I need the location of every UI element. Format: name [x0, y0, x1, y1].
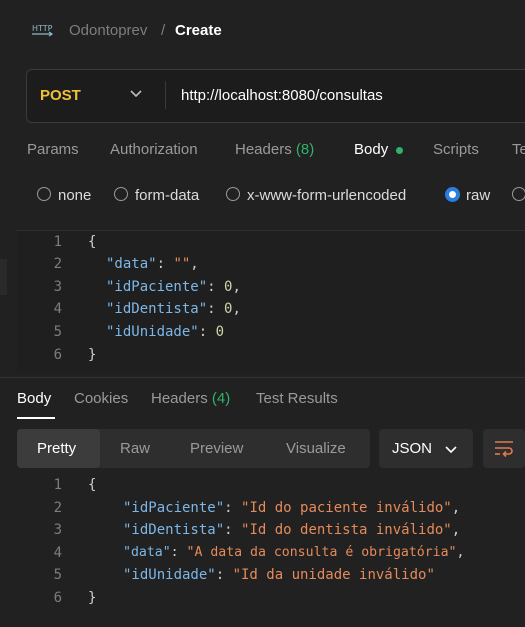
tab-scripts[interactable]: Scripts: [433, 141, 479, 158]
method-select[interactable]: POST: [40, 87, 81, 104]
json-value: "A data da consulta é obrigatória": [186, 545, 457, 560]
line-number: 3: [53, 279, 62, 295]
radio-urlencoded[interactable]: [226, 187, 240, 201]
json-line: "data": "",: [106, 256, 199, 272]
json-line: "idUnidade": 0: [106, 324, 225, 340]
view-pretty-label[interactable]: Pretty: [37, 440, 76, 457]
radio-form-data[interactable]: [114, 187, 128, 201]
line-number: 1: [53, 234, 62, 250]
body-modified-dot: [396, 147, 403, 154]
line-number: 6: [53, 347, 62, 363]
json-key: "idPaciente": [123, 500, 225, 516]
json-line: "idPaciente": 0,: [106, 279, 241, 295]
json-line: "data": "A data da consulta é obrigatóri…: [123, 545, 465, 560]
json-value: 0: [215, 324, 225, 340]
response-tab-cookies[interactable]: Cookies: [74, 390, 128, 407]
json-line: "idDentista": 0,: [106, 301, 241, 317]
tab-params[interactable]: Params: [27, 141, 79, 158]
radio-none[interactable]: [37, 187, 51, 201]
line-number: 6: [53, 590, 62, 606]
json-key: "data": [123, 545, 171, 560]
radio-raw-label[interactable]: raw: [466, 187, 490, 204]
line-number: 2: [53, 256, 62, 272]
response-tab-headers-label: Headers: [151, 390, 208, 407]
line-number: 4: [53, 301, 62, 317]
format-select-label[interactable]: JSON: [392, 440, 432, 457]
json-value: "Id do dentista inválido": [241, 522, 452, 538]
json-line: "idPaciente": "Id do paciente inválido",: [123, 500, 461, 516]
json-value: "Id da unidade inválido": [232, 567, 435, 583]
json-key: "idDentista": [106, 301, 208, 317]
view-raw-button[interactable]: Raw: [120, 440, 150, 457]
tab-tests[interactable]: Te: [512, 141, 525, 158]
pane-divider[interactable]: [0, 377, 525, 378]
line-number: 5: [53, 567, 62, 583]
chevron-down-icon[interactable]: [129, 86, 143, 100]
line-number: 5: [53, 324, 62, 340]
json-brace-open: {: [88, 234, 97, 250]
response-tab-body[interactable]: Body: [17, 390, 51, 407]
panel-resize-handle[interactable]: [0, 259, 7, 295]
wrap-lines-icon[interactable]: [493, 438, 515, 458]
json-key: "idPaciente": [106, 279, 208, 295]
json-value: "": [173, 256, 191, 272]
tab-authorization[interactable]: Authorization: [110, 141, 198, 158]
tab-body[interactable]: Body: [354, 141, 388, 158]
json-key: "idUnidade": [123, 567, 216, 583]
response-headers-count: (4): [211, 390, 231, 407]
line-number: 4: [53, 545, 62, 561]
url-input[interactable]: http://localhost:8080/consultas: [181, 87, 383, 104]
radio-urlencoded-label[interactable]: x-www-form-urlencoded: [247, 187, 406, 204]
line-number: 1: [53, 477, 62, 493]
tab-headers-label: Headers: [235, 141, 292, 158]
radio-raw[interactable]: [445, 187, 460, 202]
json-value: "Id do paciente inválido": [241, 500, 452, 516]
radio-none-label[interactable]: none: [58, 187, 91, 204]
json-line: "idDentista": "Id do dentista inválido",: [123, 522, 461, 538]
breadcrumb-separator: /: [161, 22, 166, 39]
url-divider: [165, 81, 166, 109]
json-line: "idUnidade": "Id da unidade inválido": [123, 567, 435, 583]
json-brace-close: }: [88, 347, 97, 363]
headers-count: (8): [295, 141, 315, 158]
radio-form-data-label[interactable]: form-data: [135, 187, 199, 204]
json-brace-close: }: [88, 590, 97, 606]
response-tab-headers[interactable]: Headers (4): [151, 390, 230, 407]
radio-binary[interactable]: [512, 187, 525, 201]
tab-headers[interactable]: Headers (8): [235, 141, 314, 158]
line-number: 2: [53, 500, 62, 516]
breadcrumb-collection[interactable]: Odontoprev: [69, 22, 147, 39]
view-visualize-button[interactable]: Visualize: [286, 440, 346, 457]
json-key: "idDentista": [123, 522, 225, 538]
chevron-down-icon[interactable]: [444, 442, 458, 456]
response-tab-test-results[interactable]: Test Results: [256, 390, 338, 407]
line-number: 3: [53, 522, 62, 538]
view-preview-button[interactable]: Preview: [190, 440, 243, 457]
request-name[interactable]: Create: [175, 22, 222, 39]
json-brace-open: {: [88, 477, 97, 493]
json-key: "idUnidade": [106, 324, 199, 340]
active-tab-indicator: [17, 417, 55, 419]
http-request-icon: HTTP: [32, 24, 54, 37]
json-key: "data": [106, 256, 157, 272]
